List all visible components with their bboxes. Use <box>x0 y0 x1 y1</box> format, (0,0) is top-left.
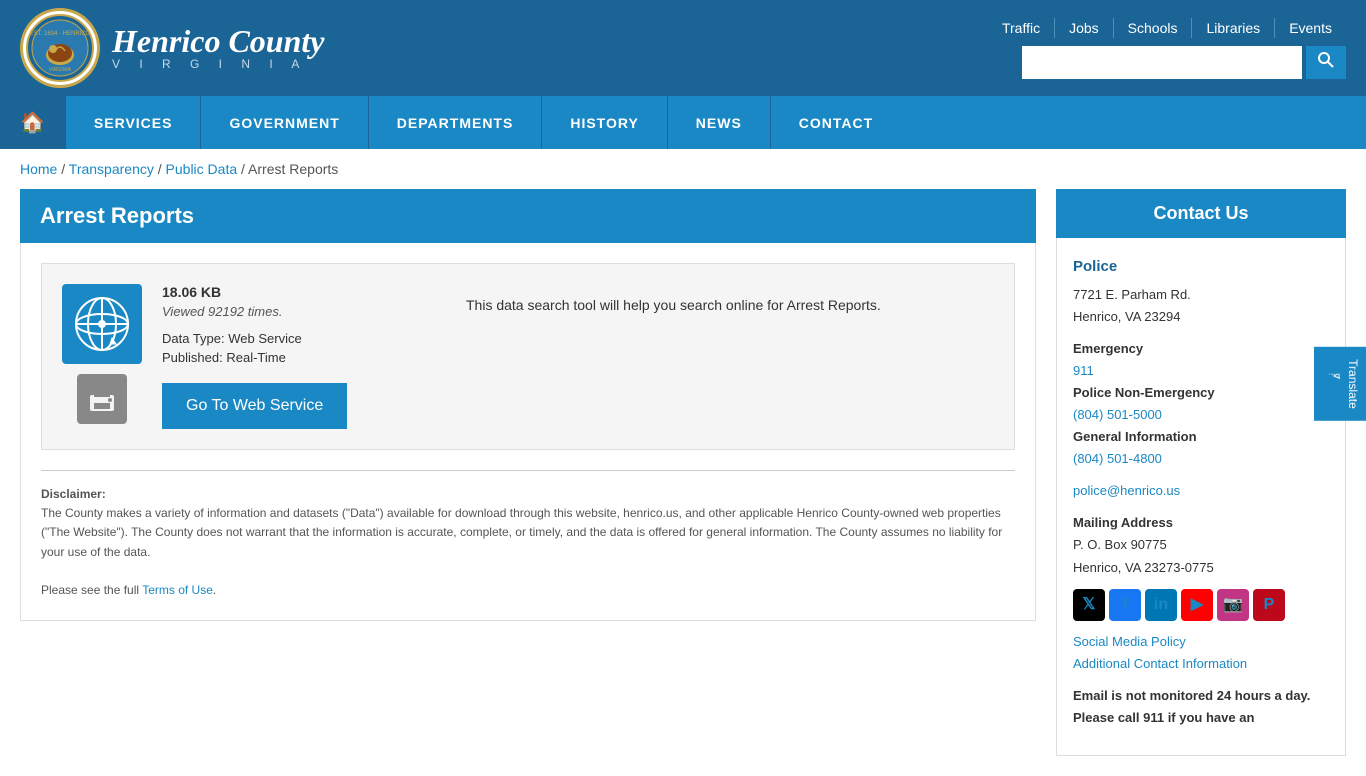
nav-departments[interactable]: DEPARTMENTS <box>368 96 542 149</box>
sidebar: Contact Us Police 7721 E. Parham Rd. Hen… <box>1056 189 1346 756</box>
translate-label: Translate <box>1346 359 1360 409</box>
social-media-policy-link[interactable]: Social Media Policy <box>1073 634 1186 649</box>
data-description: This data search tool will help you sear… <box>446 284 994 429</box>
terms-of-use-link[interactable]: Terms of Use <box>142 583 213 597</box>
pinterest-icon[interactable]: P <box>1253 589 1285 621</box>
police-email-link[interactable]: police@henrico.us <box>1073 483 1180 498</box>
mailing-address: P. O. Box 90775 Henrico, VA 23273-0775 <box>1073 534 1329 578</box>
non-emergency-number: (804) 501-5000 <box>1073 404 1329 426</box>
data-type-label: Data Type: <box>162 331 225 346</box>
twitter-icon[interactable]: 𝕏 <box>1073 589 1105 621</box>
disclaimer: Disclaimer: The County makes a variety o… <box>41 470 1015 600</box>
header-top: EST. 1634 · HENRICO VIRGINIA Henrico Cou… <box>0 0 1366 96</box>
virginia-label: V I R G I N I A <box>112 57 324 71</box>
search-input[interactable] <box>1022 46 1302 79</box>
breadcrumb-home[interactable]: Home <box>20 161 57 177</box>
nav-news[interactable]: NEWS <box>667 96 770 149</box>
facebook-icon[interactable]: f <box>1109 589 1141 621</box>
instagram-icon[interactable]: 📷 <box>1217 589 1249 621</box>
main-nav: 🏠 SERVICES GOVERNMENT DEPARTMENTS HISTOR… <box>0 96 1366 149</box>
schools-link[interactable]: Schools <box>1114 18 1193 38</box>
page-title: Arrest Reports <box>20 189 1036 243</box>
events-link[interactable]: Events <box>1275 18 1346 38</box>
search-button[interactable] <box>1306 46 1346 79</box>
content-wrapper: Arrest Reports <box>0 189 1366 776</box>
data-type: Data Type: Web Service <box>162 331 426 346</box>
file-size: 18.06 KB <box>162 284 426 300</box>
content-body: 18.06 KB Viewed 92192 times. Data Type: … <box>20 243 1036 621</box>
logo-area: EST. 1634 · HENRICO VIRGINIA Henrico Cou… <box>20 8 324 88</box>
search-bar <box>1022 46 1346 79</box>
non-emergency-link[interactable]: (804) 501-5000 <box>1073 407 1162 422</box>
data-type-value-text: Web Service <box>228 331 301 346</box>
mailing-section: Mailing Address P. O. Box 90775 Henrico,… <box>1073 512 1329 578</box>
published: Published: Real-Time <box>162 350 426 365</box>
social-icons: 𝕏 f in ▶ 📷 P <box>1073 589 1329 621</box>
nav-contact[interactable]: CONTACT <box>770 96 901 149</box>
general-info-label: General Information <box>1073 426 1329 448</box>
county-name: Henrico County <box>112 25 324 57</box>
header-right: Traffic Jobs Schools Libraries Events <box>988 18 1346 79</box>
police-address: 7721 E. Parham Rd. Henrico, VA 23294 <box>1073 284 1329 328</box>
emergency-label: Emergency <box>1073 338 1329 360</box>
county-logo: EST. 1634 · HENRICO VIRGINIA <box>20 8 100 88</box>
nav-history[interactable]: HISTORY <box>541 96 666 149</box>
breadcrumb: Home / Transparency / Public Data / Arre… <box>0 149 1366 189</box>
non-emergency-label: Police Non-Emergency <box>1073 382 1329 404</box>
translate-button[interactable]: Aあ Translate <box>1314 347 1366 421</box>
disclaimer-terms-suffix: . <box>213 583 216 597</box>
address-line2: Henrico, VA 23294 <box>1073 309 1180 324</box>
emergency-link[interactable]: 911 <box>1073 363 1094 378</box>
breadcrumb-transparency[interactable]: Transparency <box>69 161 154 177</box>
print-icon[interactable] <box>77 374 127 424</box>
youtube-icon[interactable]: ▶ <box>1181 589 1213 621</box>
email-notice: Email is not monitored 24 hours a day. P… <box>1073 688 1310 725</box>
data-card-meta: 18.06 KB Viewed 92192 times. Data Type: … <box>162 284 426 429</box>
contact-us-header: Contact Us <box>1056 189 1346 238</box>
additional-contact-link[interactable]: Additional Contact Information <box>1073 656 1247 671</box>
libraries-link[interactable]: Libraries <box>1192 18 1275 38</box>
breadcrumb-current: Arrest Reports <box>248 161 338 177</box>
emergency-number: 911 <box>1073 360 1329 382</box>
mailing-label: Mailing Address <box>1073 515 1173 530</box>
nav-government[interactable]: GOVERNMENT <box>200 96 367 149</box>
breadcrumb-sep1: / <box>61 161 69 177</box>
logo-text: Henrico County V I R G I N I A <box>112 25 324 71</box>
data-card-left <box>62 284 142 429</box>
police-name[interactable]: Police <box>1073 254 1329 280</box>
traffic-link[interactable]: Traffic <box>988 18 1055 38</box>
web-service-icon <box>62 284 142 364</box>
police-section: Police 7721 E. Parham Rd. Henrico, VA 23… <box>1073 254 1329 470</box>
social-policy-section: Social Media Policy Additional Contact I… <box>1073 631 1329 675</box>
linkedin-icon[interactable]: in <box>1145 589 1177 621</box>
address-line1: 7721 E. Parham Rd. <box>1073 287 1191 302</box>
email-section: police@henrico.us <box>1073 480 1329 502</box>
disclaimer-terms-prefix: Please see the full <box>41 583 142 597</box>
nav-services[interactable]: SERVICES <box>65 96 201 149</box>
nav-home-button[interactable]: 🏠 <box>0 96 65 149</box>
breadcrumb-sep2: / <box>158 161 166 177</box>
viewed-count: Viewed 92192 times. <box>162 304 426 319</box>
top-links: Traffic Jobs Schools Libraries Events <box>988 18 1346 38</box>
disclaimer-title: Disclaimer: <box>41 487 106 501</box>
main-content: Arrest Reports <box>20 189 1036 756</box>
disclaimer-text: The County makes a variety of informatio… <box>41 506 1002 558</box>
published-value-text: Real-Time <box>226 350 285 365</box>
svg-text:EST. 1634 · HENRICO: EST. 1634 · HENRICO <box>30 31 91 37</box>
svg-text:VIRGINIA: VIRGINIA <box>49 67 72 73</box>
print-icon-area <box>77 374 127 424</box>
go-to-web-service-button[interactable]: Go To Web Service <box>162 383 347 429</box>
general-info-number: (804) 501-4800 <box>1073 448 1329 470</box>
data-card: 18.06 KB Viewed 92192 times. Data Type: … <box>41 263 1015 450</box>
breadcrumb-sep3: / <box>241 161 248 177</box>
svg-text:あ: あ <box>1327 374 1337 376</box>
published-label: Published: <box>162 350 223 365</box>
contact-body: Police 7721 E. Parham Rd. Henrico, VA 23… <box>1056 238 1346 756</box>
general-info-link[interactable]: (804) 501-4800 <box>1073 451 1162 466</box>
email-notice-section: Email is not monitored 24 hours a day. P… <box>1073 685 1329 729</box>
breadcrumb-public-data[interactable]: Public Data <box>166 161 238 177</box>
jobs-link[interactable]: Jobs <box>1055 18 1114 38</box>
